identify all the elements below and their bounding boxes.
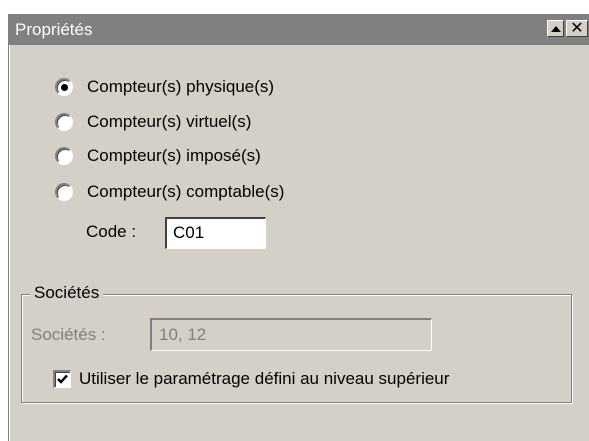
- radio-button[interactable]: [55, 147, 73, 165]
- radio-label: Compteur(s) imposé(s): [87, 146, 261, 165]
- code-input[interactable]: C01: [165, 217, 266, 249]
- radio-label: Compteur(s) comptable(s): [87, 182, 285, 201]
- radio-button[interactable]: [55, 78, 73, 96]
- radio-option-impose[interactable]: Compteur(s) imposé(s): [55, 145, 261, 167]
- window-title: Propriétés: [15, 20, 93, 39]
- inherit-settings-checkbox-row[interactable]: Utiliser le paramétrage défini au niveau…: [53, 369, 449, 389]
- radio-option-comptable[interactable]: Compteur(s) comptable(s): [55, 181, 284, 203]
- close-icon: ✕: [570, 20, 584, 37]
- triangle-up-icon: [550, 25, 561, 32]
- checkmark-icon: [57, 374, 68, 384]
- inherit-settings-label: Utiliser le paramétrage défini au niveau…: [79, 369, 450, 388]
- radio-option-virtuel[interactable]: Compteur(s) virtuel(s): [55, 111, 251, 133]
- radio-selected-dot: [61, 84, 68, 91]
- collapse-button[interactable]: [547, 20, 564, 37]
- societes-group-legend: Sociétés: [30, 283, 104, 303]
- radio-button[interactable]: [55, 113, 73, 131]
- radio-label: Compteur(s) physique(s): [87, 77, 275, 96]
- inherit-settings-checkbox[interactable]: [53, 370, 71, 388]
- code-label: Code :: [86, 222, 137, 241]
- close-button[interactable]: ✕: [566, 20, 588, 37]
- radio-option-physique[interactable]: Compteur(s) physique(s): [55, 76, 274, 98]
- societes-field-label: Sociétés :: [31, 325, 106, 344]
- societes-input[interactable]: 10, 12: [150, 318, 432, 351]
- radio-label: Compteur(s) virtuel(s): [87, 112, 252, 131]
- radio-button[interactable]: [55, 183, 73, 201]
- window-titlebar: Propriétés ✕: [9, 14, 589, 45]
